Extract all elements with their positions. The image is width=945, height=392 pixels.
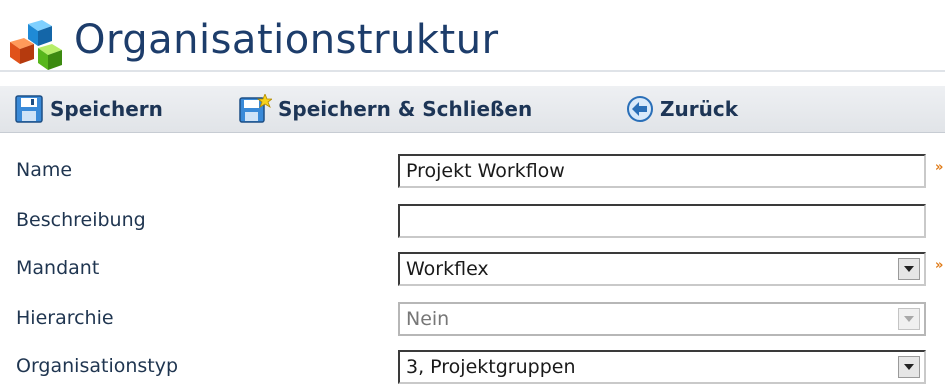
save-and-close-button[interactable]: Speichern & Schließen [238,93,532,125]
title-divider [0,70,945,72]
org-type-select-value: 3, Projektgruppen [406,356,576,378]
floppy-disk-star-icon [239,94,272,123]
colored-cubes-icon [10,20,62,70]
floppy-disk-icon [15,95,43,123]
description-field[interactable] [398,204,926,238]
name-label: Name [16,159,73,181]
back-arrow-icon [627,96,653,122]
org-type-label: Organisationstyp [16,355,179,377]
title-bar: Organisationstruktur [0,0,945,72]
back-button[interactable]: Zurück [626,93,738,125]
org-type-select[interactable]: 3, Projektgruppen [398,350,926,384]
page-title: Organisationstruktur [74,17,499,63]
hierarchy-label: Hierarchie [16,307,114,329]
form-row-org-type: Organisationstyp 3, Projektgruppen [0,344,945,392]
required-marker: » [935,258,944,273]
save-button-label: Speichern [50,97,163,121]
hierarchy-select-value: Nein [406,308,450,330]
save-button[interactable]: Speichern [14,93,163,125]
save-and-close-label: Speichern & Schließen [278,97,533,121]
chevron-down-icon[interactable] [898,356,920,378]
chevron-down-icon[interactable] [898,258,920,280]
chevron-down-icon [898,308,920,330]
form-row-name: Name » [0,148,945,196]
description-label: Beschreibung [16,209,146,231]
name-field[interactable] [398,154,926,188]
tenant-select-value: Workflex [406,258,489,280]
toolbar: Speichern Speichern & Schließen Zurück [0,86,945,133]
required-marker: » [935,160,944,175]
tenant-select[interactable]: Workflex [398,252,926,286]
tenant-label: Mandant [16,257,100,279]
hierarchy-select: Nein [398,302,926,336]
form-row-tenant: Mandant Workflex » [0,246,945,294]
form-row-hierarchy: Hierarchie Nein [0,296,945,344]
form-row-description: Beschreibung [0,198,945,246]
back-button-label: Zurück [660,97,738,121]
